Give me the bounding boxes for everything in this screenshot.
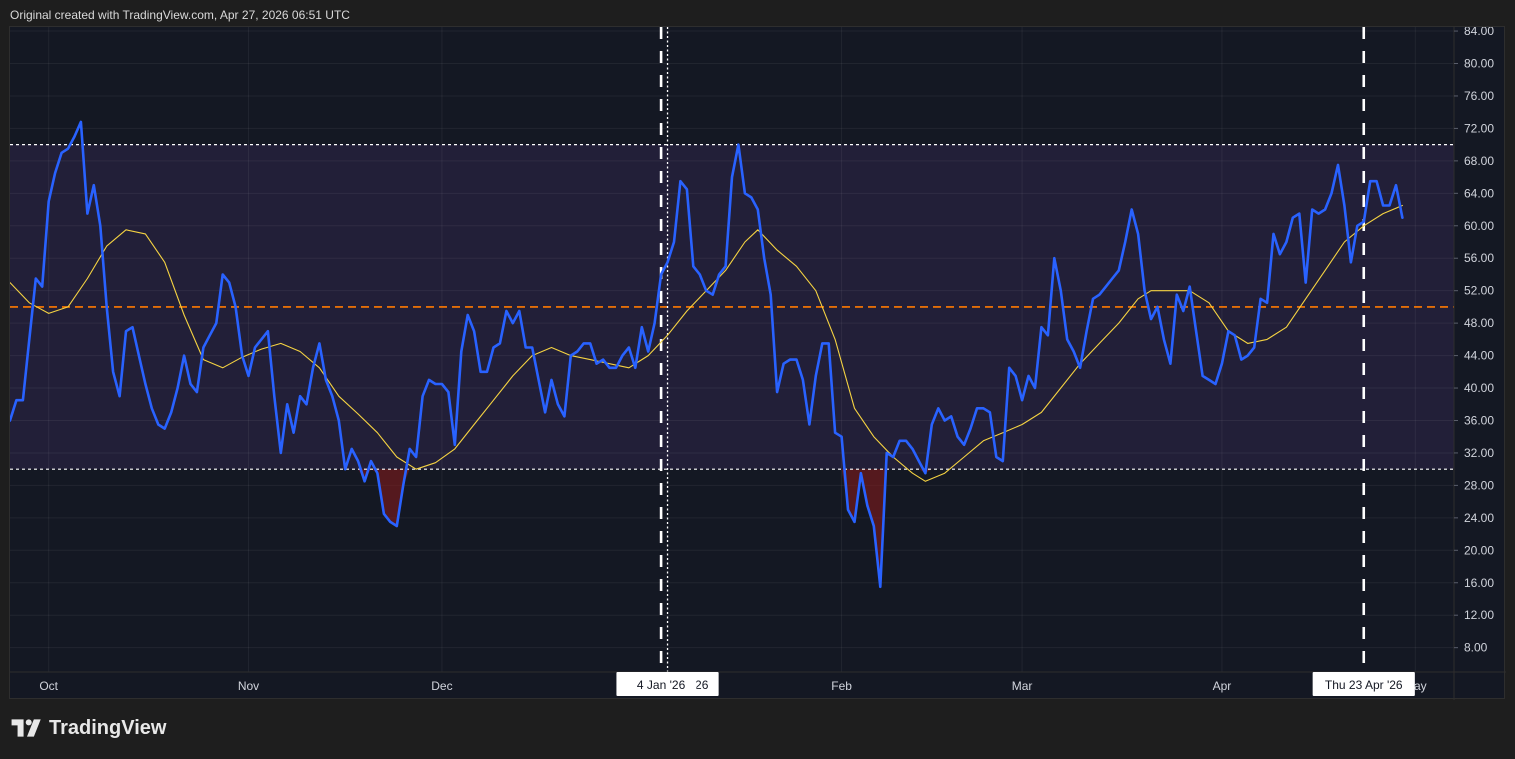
y-tick-label: 28.00 xyxy=(1464,478,1494,492)
marker-date-label: Thu 23 Apr '26 xyxy=(1312,672,1415,696)
brand[interactable]: TradingView xyxy=(11,716,166,740)
tradingview-logo-icon xyxy=(11,719,41,737)
y-tick-label: 20.00 xyxy=(1464,543,1494,557)
y-tick-label: 80.00 xyxy=(1464,57,1494,71)
x-tick-label: Apr xyxy=(1213,679,1232,693)
y-tick-label: 64.00 xyxy=(1464,186,1494,200)
chart-panel[interactable]: 84.00 80.00 76.00 72.00 68.00 64.00 60.00 56.00… xyxy=(9,26,1506,700)
y-tick-label: 8.00 xyxy=(1464,641,1488,655)
marker-date-label-text: 4 Jan '26 xyxy=(637,678,686,692)
y-tick-label: 52.00 xyxy=(1464,284,1494,298)
marker-date-label: 4 Jan '26 xyxy=(625,672,697,696)
y-tick-label: 12.00 xyxy=(1464,608,1494,622)
y-tick-label: 60.00 xyxy=(1464,219,1494,233)
y-tick-label: 16.00 xyxy=(1464,576,1494,590)
brand-name: TradingView xyxy=(49,716,167,739)
x-tick-label: Feb xyxy=(831,679,852,693)
header-attribution: Original created with TradingView.com, A… xyxy=(10,8,350,22)
x-tick-label: Oct xyxy=(39,679,58,693)
rsi-chart[interactable]: 84.00 80.00 76.00 72.00 68.00 64.00 60.00 56.00… xyxy=(10,27,1506,700)
x-tick-label: Nov xyxy=(238,679,259,693)
x-tick-label: Dec xyxy=(431,679,452,693)
y-tick-label: 24.00 xyxy=(1464,511,1494,525)
y-tick-label: 76.00 xyxy=(1464,89,1494,103)
y-tick-label: 32.00 xyxy=(1464,446,1494,460)
y-tick-label: 84.00 xyxy=(1464,27,1494,38)
y-tick-label: 48.00 xyxy=(1464,316,1494,330)
y-tick-label: 68.00 xyxy=(1464,154,1494,168)
y-tick-label: 72.00 xyxy=(1464,121,1494,135)
y-tick-label: 56.00 xyxy=(1464,251,1494,265)
x-tick-label: Mar xyxy=(1012,679,1033,693)
marker-date-label-text: Thu 23 Apr '26 xyxy=(1325,678,1403,692)
y-tick-label: 40.00 xyxy=(1464,381,1494,395)
y-tick-label: 36.00 xyxy=(1464,413,1494,427)
y-tick-label: 44.00 xyxy=(1464,349,1494,363)
